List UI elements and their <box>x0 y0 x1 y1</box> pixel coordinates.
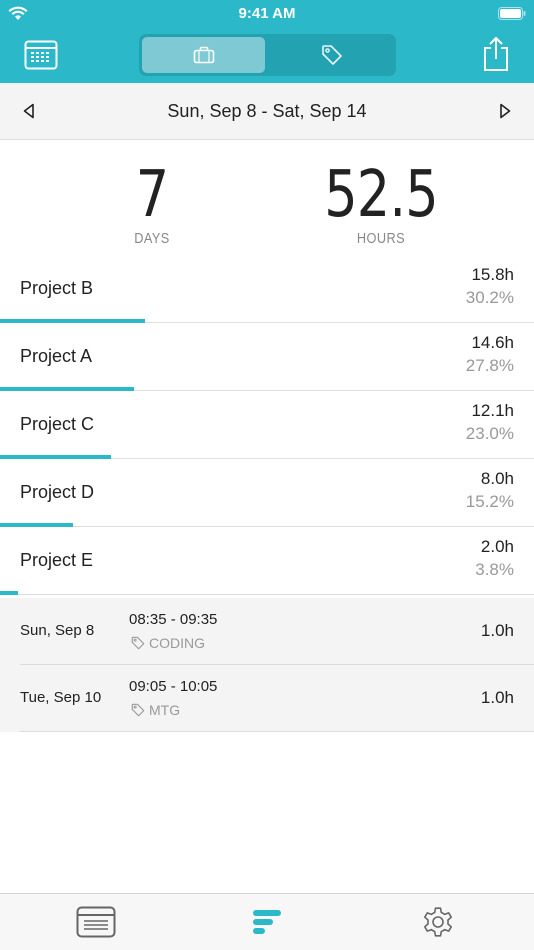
project-name: Project C <box>20 414 95 434</box>
project-row[interactable]: Project C 12.1h 23.0% <box>0 391 534 459</box>
entry-date: Tue, Sep 10 <box>20 689 102 706</box>
project-percent: 15.2% <box>465 492 514 511</box>
entry-list: Sun, Sep 8 08:35 - 09:35 CODING 1.0h Tue… <box>0 598 534 732</box>
project-hours: 12.1h <box>471 401 514 420</box>
list-icon <box>76 906 116 938</box>
project-row[interactable]: Project B 15.8h 30.2% <box>0 255 534 323</box>
entry-date: Sun, Sep 8 <box>20 622 95 639</box>
tab-entries[interactable] <box>74 904 118 940</box>
project-hours: 8.0h <box>480 469 514 488</box>
segment-tags[interactable] <box>270 37 393 73</box>
entry-hours: 1.0h <box>480 621 514 640</box>
project-row[interactable]: Project E 2.0h 3.8% <box>0 527 534 595</box>
next-week-button[interactable] <box>498 103 512 124</box>
project-percent: 30.2% <box>465 288 514 307</box>
tab-statistics[interactable] <box>245 904 289 940</box>
summary-panel: 7 DAYS 52.5 HOURS <box>0 140 534 255</box>
status-bar: 9:41 AM <box>0 0 534 28</box>
top-header: 9:41 AM <box>0 0 534 83</box>
date-range-label: Sun, Sep 8 - Sat, Sep 14 <box>167 101 367 121</box>
stats-icon <box>253 910 281 934</box>
project-hours: 14.6h <box>471 333 514 352</box>
project-name: Project B <box>20 278 94 298</box>
entry-tag-label: MTG <box>149 702 181 718</box>
project-share-bar <box>0 591 18 595</box>
hours-value: 52.5 <box>324 158 438 232</box>
project-name: Project A <box>20 346 93 366</box>
tab-bar <box>0 893 534 950</box>
project-percent: 23.0% <box>465 424 514 443</box>
project-hours: 15.8h <box>471 265 514 284</box>
entry-tag: MTG <box>131 702 180 718</box>
days-value: 7 <box>135 158 169 232</box>
view-segmented-control <box>139 34 396 76</box>
project-row[interactable]: Project D 8.0h 15.2% <box>0 459 534 527</box>
hours-stat: 52.5 HOURS <box>281 160 481 247</box>
status-time: 9:41 AM <box>238 5 296 22</box>
entry-tag-label: CODING <box>149 635 205 651</box>
project-list: Project B 15.8h 30.2% Project A 14.6h 27… <box>0 255 534 595</box>
share-icon <box>484 36 508 71</box>
hours-label: HOURS <box>356 230 406 247</box>
project-name: Project E <box>20 550 94 570</box>
date-range-bar: Sun, Sep 8 - Sat, Sep 14 <box>0 83 534 140</box>
project-percent: 3.8% <box>475 560 514 579</box>
project-name: Project D <box>20 482 95 502</box>
project-percent: 27.8% <box>465 356 514 375</box>
segment-projects[interactable] <box>142 37 265 73</box>
entry-hours: 1.0h <box>480 688 514 707</box>
previous-week-button[interactable] <box>22 103 36 124</box>
calendar-button[interactable] <box>24 40 58 70</box>
days-stat: 7 DAYS <box>52 160 252 247</box>
project-row[interactable]: Project A 14.6h 27.8% <box>0 323 534 391</box>
chevron-right-icon <box>500 103 511 119</box>
list-item[interactable]: Tue, Sep 10 09:05 - 10:05 MTG 1.0h <box>20 665 534 732</box>
tag-icon <box>321 45 342 65</box>
entry-tag: CODING <box>131 635 205 651</box>
battery-icon <box>498 7 526 25</box>
tab-settings[interactable] <box>416 904 460 940</box>
project-hours: 2.0h <box>480 537 514 556</box>
tag-icon <box>131 703 145 717</box>
chevron-left-icon <box>23 103 34 119</box>
share-button[interactable] <box>482 36 510 72</box>
entry-time-range: 08:35 - 09:35 <box>129 611 218 628</box>
days-label: DAYS <box>134 230 170 247</box>
calendar-icon <box>24 40 58 70</box>
gear-icon <box>424 907 452 937</box>
entry-time-range: 09:05 - 10:05 <box>129 678 218 695</box>
list-item[interactable]: Sun, Sep 8 08:35 - 09:35 CODING 1.0h <box>20 598 534 665</box>
tag-icon <box>131 636 145 650</box>
briefcase-icon <box>193 46 214 64</box>
